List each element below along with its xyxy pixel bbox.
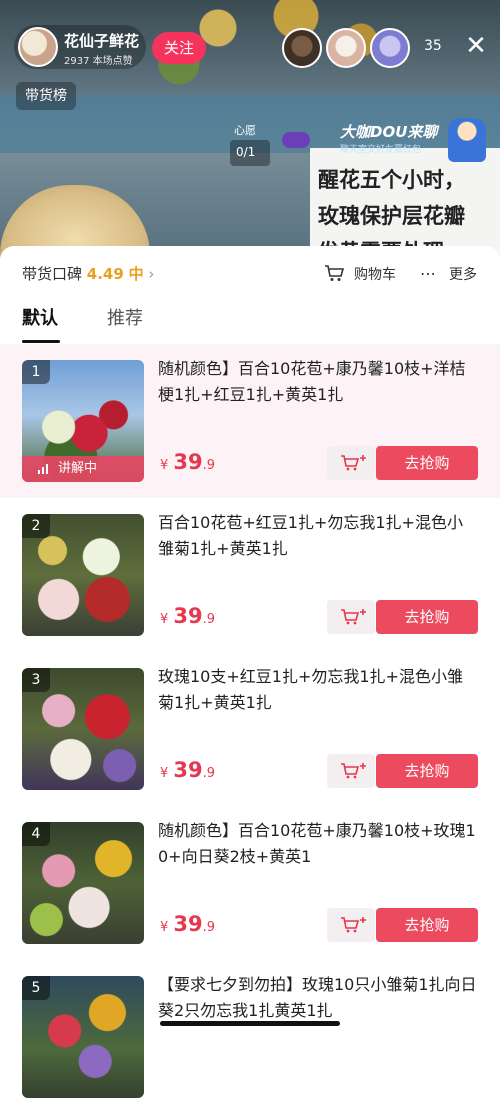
item-index: 4 — [22, 822, 50, 846]
price-symbol: ¥ — [160, 612, 169, 627]
video-sign: 醒花五个小时， 玫瑰保护层花瓣 发黄需要处理 — [310, 148, 500, 260]
follow-button[interactable]: 关注 — [152, 32, 206, 64]
live-badge: 讲解中 — [22, 456, 144, 482]
product-price: ¥ 39.9 — [160, 758, 215, 782]
rating-score: 4.49 — [86, 265, 124, 283]
dou-title: 大咖DOU来聊 — [340, 123, 438, 141]
product-image[interactable]: 5 — [22, 976, 144, 1098]
price-dec: .9 — [202, 920, 216, 935]
cart-add-icon — [341, 917, 366, 933]
tab-underline — [22, 340, 60, 343]
rating-level: 中 — [128, 265, 144, 283]
viewer-avatar[interactable] — [370, 28, 410, 68]
price-int: 39 — [173, 604, 203, 628]
cart-icon[interactable] — [324, 264, 344, 282]
rating-label: 带货口碑 — [22, 265, 83, 283]
wish-label: 心愿 — [234, 124, 256, 137]
close-icon[interactable]: ✕ — [464, 33, 488, 59]
product-image[interactable]: 3 — [22, 668, 144, 790]
product-sheet: 带货口碑 4.49 中 › 购物车 ⋯ 更多 默认 推荐 1 讲解中 随机颜色】… — [0, 246, 500, 1098]
host-likes: 2937 本场点赞 — [64, 56, 133, 67]
add-to-cart-button[interactable] — [327, 446, 375, 480]
cart-label[interactable]: 购物车 — [354, 264, 396, 284]
dou-subtitle: 聊天室交好友赢红包 — [340, 145, 422, 155]
price-dec: .9 — [202, 612, 216, 627]
product-price: ¥ 39.9 — [160, 912, 215, 936]
product-item[interactable]: 1 讲解中 随机颜色】百合10花苞+康乃馨10枝+洋桔梗1扎+红豆1扎+黄英1扎… — [0, 344, 500, 498]
price-dec: .9 — [202, 458, 216, 473]
price-int: 39 — [173, 758, 203, 782]
glasses-icon[interactable] — [282, 132, 310, 148]
tab-default[interactable]: 默认 — [22, 304, 58, 330]
live-badge-label: 讲解中 — [58, 461, 98, 476]
product-item[interactable]: 3 玫瑰10支+红豆1扎+勿忘我1扎+混色小雏菊1扎+黄英1扎 ¥ 39.9 去… — [0, 652, 500, 806]
add-to-cart-button[interactable] — [327, 600, 375, 634]
mascot-icon[interactable] — [448, 118, 486, 162]
product-item[interactable]: 2 百合10花苞+红豆1扎+勿忘我1扎+混色小雏菊1扎+黄英1扎 ¥ 39.9 … — [0, 498, 500, 652]
live-bars-icon — [38, 464, 48, 474]
wish-count: 0/1 — [236, 145, 256, 159]
home-indicator[interactable] — [160, 1021, 340, 1026]
cart-add-icon — [341, 763, 366, 779]
sign-line: 醒花五个小时， — [318, 167, 465, 192]
more-icon[interactable]: ⋯ — [420, 264, 437, 283]
product-title[interactable]: 百合10花苞+红豆1扎+勿忘我1扎+混色小雏菊1扎+黄英1扎 — [158, 510, 478, 562]
product-title[interactable]: 玫瑰10支+红豆1扎+勿忘我1扎+混色小雏菊1扎+黄英1扎 — [158, 664, 478, 716]
price-int: 39 — [173, 450, 203, 474]
product-image[interactable]: 2 — [22, 514, 144, 636]
price-dec: .9 — [202, 766, 216, 781]
item-index: 3 — [22, 668, 50, 692]
host-avatar[interactable] — [18, 27, 58, 67]
more-label[interactable]: 更多 — [449, 264, 477, 284]
item-index: 2 — [22, 514, 50, 538]
price-symbol: ¥ — [160, 920, 169, 935]
add-to-cart-button[interactable] — [327, 908, 375, 942]
product-image[interactable]: 1 讲解中 — [22, 360, 144, 482]
tab-recommend[interactable]: 推荐 — [107, 304, 143, 330]
host-name: 花仙子鲜花 — [64, 32, 140, 50]
add-to-cart-button[interactable] — [327, 754, 375, 788]
cart-add-icon — [341, 455, 366, 471]
buy-button[interactable]: 去抢购 — [376, 446, 478, 480]
chevron-right-icon: › — [148, 265, 155, 283]
price-int: 39 — [173, 912, 203, 936]
product-item[interactable]: 5 【要求七夕到勿拍】玫瑰10只小雏菊1扎向日葵2只勿忘我1扎黄英1扎 — [0, 960, 500, 1114]
product-title[interactable]: 【要求七夕到勿拍】玫瑰10只小雏菊1扎向日葵2只勿忘我1扎黄英1扎 — [158, 972, 478, 1024]
buy-button[interactable]: 去抢购 — [376, 908, 478, 942]
product-price: ¥ 39.9 — [160, 604, 215, 628]
product-title[interactable]: 随机颜色】百合10花苞+康乃馨10枝+玫瑰10+向日葵2枝+黄英1 — [158, 818, 478, 870]
rating[interactable]: 带货口碑 4.49 中 › — [22, 263, 154, 284]
product-title[interactable]: 随机颜色】百合10花苞+康乃馨10枝+洋桔梗1扎+红豆1扎+黄英1扎 — [158, 356, 478, 408]
price-symbol: ¥ — [160, 766, 169, 781]
price-symbol: ¥ — [160, 458, 169, 473]
product-image[interactable]: 4 — [22, 822, 144, 944]
viewer-count[interactable]: 35 — [424, 38, 442, 54]
sign-line: 玫瑰保护层花瓣 — [318, 203, 465, 228]
cart-add-icon — [341, 609, 366, 625]
live-video[interactable]: 醒花五个小时， 玫瑰保护层花瓣 发黄需要处理 花仙子鲜花 2937 本场点赞 关… — [0, 0, 500, 260]
viewer-avatar[interactable] — [282, 28, 322, 68]
buy-button[interactable]: 去抢购 — [376, 754, 478, 788]
product-item[interactable]: 4 随机颜色】百合10花苞+康乃馨10枝+玫瑰10+向日葵2枝+黄英1 ¥ 39… — [0, 806, 500, 960]
product-price: ¥ 39.9 — [160, 450, 215, 474]
buy-button[interactable]: 去抢购 — [376, 600, 478, 634]
item-index: 1 — [22, 360, 50, 384]
viewer-avatar[interactable] — [326, 28, 366, 68]
rank-tag[interactable]: 带货榜 — [16, 82, 76, 110]
item-index: 5 — [22, 976, 50, 1000]
